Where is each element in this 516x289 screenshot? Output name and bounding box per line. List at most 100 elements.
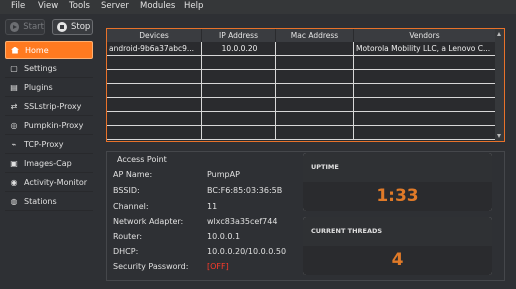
menu-view[interactable]: View [38,1,58,11]
table-cell-device: android-9b6a37abc9... [107,42,202,55]
table-cell [354,98,496,111]
bssid-label: BSSID: [113,186,140,195]
sidebar-item-images-cap[interactable]: ▣ Images-Cap [5,155,93,173]
channel-label: Channel: [113,202,149,211]
start-button[interactable]: Start [5,19,45,35]
router-label: Router: [113,232,143,241]
table-cell [276,126,354,139]
sidebar-item-settings[interactable]: ▢ Settings [5,60,93,78]
stop-button[interactable]: Stop [52,19,93,35]
sidebar-item-tcp-proxy[interactable]: ⌁ TCP-Proxy [5,136,93,154]
settings-icon: ▢ [10,64,18,73]
stop-label: Stop [71,22,91,32]
sidebar-item-label: Images-Cap [24,159,72,168]
table-cell [276,98,354,111]
column-header-mac-address[interactable]: Mac Address [276,29,354,42]
table-cell [354,112,496,125]
table-cell [107,98,202,111]
sidebar-item-label: TCP-Proxy [24,140,64,149]
sidebar-item-label: Stations [24,197,57,206]
uptime-card: UPTIME 1:33 [303,153,492,211]
table-cell [202,56,276,69]
sidebar-item-activity-monitor[interactable]: ◉ Activity-Monitor [5,174,93,192]
table-cell-ip: 10.0.0.20 [202,42,276,55]
table-cell [276,70,354,83]
table-cell [276,56,354,69]
column-header-vendors[interactable]: Vendors [354,29,496,42]
ap-name-label: AP Name: [113,170,153,179]
access-point-title: Access Point [117,155,167,164]
table-cell [107,84,202,97]
sidebar-item-pumpkin-proxy[interactable]: ◎ Pumpkin-Proxy [5,117,93,135]
security-password-value: [OFF] [207,262,229,271]
table-cell [202,112,276,125]
table-scrollbar[interactable] [495,29,504,141]
dhcp-label: DHCP: [113,247,139,256]
bssid-value: BC:F6:85:03:36:5B [207,186,283,195]
table-cell [202,98,276,111]
table-row[interactable] [107,70,496,84]
scroll-up-icon[interactable] [497,32,501,36]
network-adapter-label: Network Adapter: [113,217,184,226]
table-cell [276,112,354,125]
sidebar-item-sslstrip-proxy[interactable]: ⇄ SSLstrip-Proxy [5,98,93,116]
table-cell [107,126,202,139]
sidebar-item-label: SSLstrip-Proxy [24,102,82,111]
table-cell [202,126,276,139]
table-row[interactable] [107,56,496,70]
sidebar: Home ▢ Settings ▤ Plugins ⇄ SSLstrip-Proxy … [5,40,93,289]
table-cell [354,56,496,69]
table-cell [202,84,276,97]
table-row[interactable] [107,84,496,98]
stations-icon: ◍ [10,197,18,206]
table-header: Devices IP Address Mac Address Vendors [107,29,496,42]
table-row[interactable] [107,126,496,140]
table-row[interactable] [107,98,496,112]
start-label: Start [23,22,44,32]
table-cell [354,70,496,83]
menu-file[interactable]: File [11,1,25,11]
uptime-value: 1:33 [303,182,492,211]
table-cell [107,56,202,69]
images-cap-icon: ▣ [10,159,18,168]
menu-server[interactable]: Server [101,1,129,11]
threads-label: CURRENT THREADS [303,217,492,246]
ap-name-value: PumpAP [207,170,240,179]
column-header-devices[interactable]: Devices [107,29,202,42]
table-cell [354,84,496,97]
pumpkin-proxy-icon: ◎ [10,121,18,130]
sidebar-item-label: Plugins [24,83,53,92]
router-value: 10.0.0.1 [207,232,241,241]
menu-tools[interactable]: Tools [69,1,90,11]
sidebar-item-home[interactable]: Home [5,41,93,59]
table-cell [107,112,202,125]
sidebar-item-plugins[interactable]: ▤ Plugins [5,79,93,97]
dhcp-value: 10.0.0.20/10.0.0.50 [207,247,287,256]
sidebar-item-label: Home [25,45,49,55]
menu-bar: File View Tools Server Modules Help [0,0,516,14]
sslstrip-proxy-icon: ⇄ [10,102,18,111]
sidebar-item-label: Activity-Monitor [24,178,88,187]
channel-value: 11 [207,202,218,211]
threads-card: CURRENT THREADS 4 [303,217,492,275]
uptime-label: UPTIME [303,153,492,182]
menu-help[interactable]: Help [184,1,203,11]
sidebar-item-label: Settings [24,64,57,73]
security-password-label: Security Password: [113,262,189,271]
plugins-icon: ▤ [10,83,18,92]
home-icon [10,45,20,55]
scroll-down-icon[interactable] [497,134,501,138]
play-icon [10,22,20,32]
table-row[interactable]: android-9b6a37abc9... 10.0.0.20 Motorola… [107,42,496,56]
column-header-ip-address[interactable]: IP Address [202,29,276,42]
table-cell [276,84,354,97]
tcp-proxy-icon: ⌁ [11,140,17,149]
network-adapter-value: wlxc83a35cef744 [207,217,278,226]
table-cell-mac [276,42,354,55]
sidebar-item-stations[interactable]: ◍ Stations [5,193,93,211]
clients-table[interactable]: Devices IP Address Mac Address Vendors a… [106,28,505,142]
activity-monitor-icon: ◉ [10,178,18,187]
stop-icon [57,22,67,32]
menu-modules[interactable]: Modules [140,1,175,11]
table-row[interactable] [107,112,496,126]
